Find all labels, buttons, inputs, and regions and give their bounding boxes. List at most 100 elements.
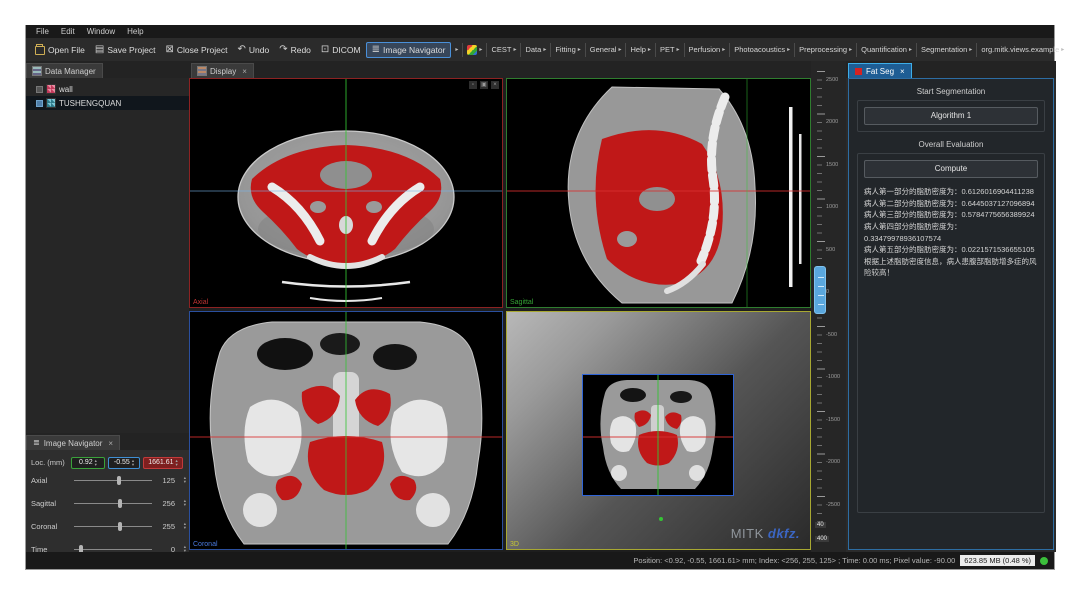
data-manager-icon (33, 67, 41, 75)
coronal-viewport[interactable]: Coronal (189, 311, 503, 550)
tab-data-manager[interactable]: Data Manager (26, 63, 103, 78)
display-tabbar: Display × (189, 61, 811, 78)
tick-label: -500 (826, 332, 837, 338)
color-view-button[interactable]: ▸ (462, 43, 486, 57)
menu-general[interactable]: General▸ (585, 43, 626, 57)
main-toolbar: Open File ▤ Save Project ⊠ Close Project… (26, 38, 1054, 61)
loc-y-spinbox[interactable]: -0.55 ▴▾ (108, 457, 140, 469)
close-icon[interactable]: × (108, 439, 113, 448)
sagittal-slider[interactable] (74, 503, 152, 504)
menu-preprocessing[interactable]: Preprocessing▸ (794, 43, 856, 57)
fat-seg-view: Start Segmentation Algorithm 1 Overall E… (848, 78, 1054, 550)
result-line: 病人第一部分的脂肪密度为：0.6126016904411238 (864, 186, 1038, 198)
axial-slider-value: 125 (151, 476, 175, 485)
menu-segmentation[interactable]: Segmentation▸ (916, 43, 976, 57)
close-project-label: Close Project (177, 45, 228, 55)
menu-edit[interactable]: Edit (61, 27, 75, 36)
colormap-icon (467, 45, 477, 55)
save-project-button[interactable]: ▤ Save Project (90, 43, 161, 57)
display-layout-icon (198, 67, 206, 75)
result-line: 病人第三部分的脂肪密度为：0.5784775656389924 (864, 209, 1038, 221)
slider-handle[interactable] (118, 522, 122, 531)
three-d-viewport[interactable]: MITK dkfz. 3D (506, 311, 811, 550)
overall-evaluation-title: Overall Evaluation (849, 140, 1053, 149)
level-slider-handle[interactable] (814, 266, 826, 314)
pin-icon[interactable]: ▫ (469, 81, 477, 89)
time-slider[interactable] (74, 549, 152, 550)
axial-viewport[interactable]: ▫ ▣ × Axial (189, 78, 503, 308)
redo-label: Redo (291, 45, 311, 55)
close-project-button[interactable]: ⊠ Close Project (161, 43, 233, 57)
status-bar: Position: <0.92, -0.55, 1661.61> mm; Ind… (26, 552, 1054, 569)
data-manager-tree: wall TUSHENGQUAN (26, 78, 189, 433)
slider-handle[interactable] (118, 499, 122, 508)
menu-window[interactable]: Window (87, 27, 115, 36)
chevron-right-icon: ▸ (722, 46, 725, 53)
window-level-value: 40 (815, 522, 826, 528)
close-icon[interactable]: × (242, 67, 247, 76)
slider-handle[interactable] (117, 476, 121, 485)
dicom-button[interactable]: ⊡ DICOM (316, 43, 366, 57)
menu-data[interactable]: Data▸ (520, 43, 550, 57)
menu-file[interactable]: File (36, 27, 49, 36)
axial-slider[interactable] (74, 480, 152, 481)
sagittal-slider-label: Sagittal (31, 499, 56, 508)
menu-quantification[interactable]: Quantification▸ (856, 43, 916, 57)
plugin-expander[interactable]: ▸ (451, 43, 462, 57)
visibility-checkbox[interactable] (36, 100, 43, 107)
spinner-arrows-icon[interactable]: ▴▾ (176, 459, 178, 466)
result-line: 根据上述脂肪密度信息，病人患腹部脂肪增多症的风险较高！ (864, 256, 1038, 279)
spinner-arrows-icon[interactable]: ▴▾ (184, 499, 186, 506)
open-file-button[interactable]: Open File (30, 42, 90, 57)
menu-perfusion[interactable]: Perfusion▸ (684, 43, 730, 57)
menu-fitting[interactable]: Fitting▸ (550, 43, 584, 57)
spinner-arrows-icon[interactable]: ▴▾ (184, 545, 186, 552)
chevron-right-icon: ▸ (543, 46, 546, 53)
image-node-icon (47, 99, 55, 107)
chevron-right-icon: ▸ (969, 46, 972, 53)
layout-icon[interactable]: ▣ (480, 81, 488, 89)
mitk-workbench-window: File Edit Window Help Open File ▤ Save P… (25, 25, 1055, 570)
visibility-checkbox[interactable] (36, 86, 43, 93)
tab-display[interactable]: Display × (191, 63, 254, 78)
tree-node-tushengquan[interactable]: TUSHENGQUAN (26, 96, 189, 110)
tick-label: 0 (826, 289, 829, 295)
window-width-value: 400 (815, 536, 829, 542)
close-project-icon: ⊠ (166, 45, 174, 55)
algorithm-1-button[interactable]: Algorithm 1 (864, 107, 1038, 125)
loc-x-spinbox[interactable]: 0.92 ▴▾ (71, 457, 105, 469)
menu-help[interactable]: Help▸ (625, 43, 654, 57)
menu-views-example[interactable]: org.mitk.views.example▸ (976, 43, 1068, 57)
fullscreen-icon[interactable]: × (491, 81, 499, 89)
redo-button[interactable]: ↷ Redo (274, 43, 316, 57)
tab-image-navigator[interactable]: ≣ Image Navigator × (26, 435, 120, 450)
loc-z-spinbox[interactable]: 1661.61 ▴▾ (143, 457, 183, 469)
open-folder-icon (35, 46, 45, 55)
viewport-toolbar: ▫ ▣ × (469, 81, 499, 89)
image-navigator-icon: ≣ (372, 45, 380, 55)
spinner-arrows-icon[interactable]: ▴▾ (184, 522, 186, 529)
node-label: wall (59, 85, 73, 94)
menu-pet[interactable]: PET▸ (655, 43, 684, 57)
spinner-arrows-icon[interactable]: ▴▾ (95, 459, 97, 466)
coronal-slider-label: Coronal (31, 522, 57, 531)
compute-button[interactable]: Compute (864, 160, 1038, 178)
image-navigator-button[interactable]: ≣ Image Navigator (366, 42, 452, 58)
result-line: 病人第四部分的脂肪密度为：0.33479978936107574 (864, 221, 1038, 244)
sagittal-viewport[interactable]: Sagittal (506, 78, 811, 308)
save-project-label: Save Project (107, 45, 155, 55)
spinner-arrows-icon[interactable]: ▴▾ (184, 476, 186, 483)
tree-node-wall[interactable]: wall (26, 82, 189, 96)
tick-label: 500 (826, 247, 835, 253)
coronal-slider[interactable] (74, 526, 152, 527)
menu-help[interactable]: Help (127, 27, 143, 36)
position-status-text: Position: <0.92, -0.55, 1661.61> mm; Ind… (633, 556, 955, 565)
menu-cest[interactable]: CEST▸ (486, 43, 520, 57)
undo-label: Undo (249, 45, 269, 55)
menu-photoacoustics[interactable]: Photoacoustics▸ (729, 43, 794, 57)
tick-label: 2500 (826, 77, 838, 83)
undo-button[interactable]: ↶ Undo (232, 43, 274, 57)
close-icon[interactable]: × (900, 67, 905, 76)
tab-fat-seg[interactable]: Fat Seg × (848, 63, 912, 78)
spinner-arrows-icon[interactable]: ▴▾ (132, 459, 134, 466)
